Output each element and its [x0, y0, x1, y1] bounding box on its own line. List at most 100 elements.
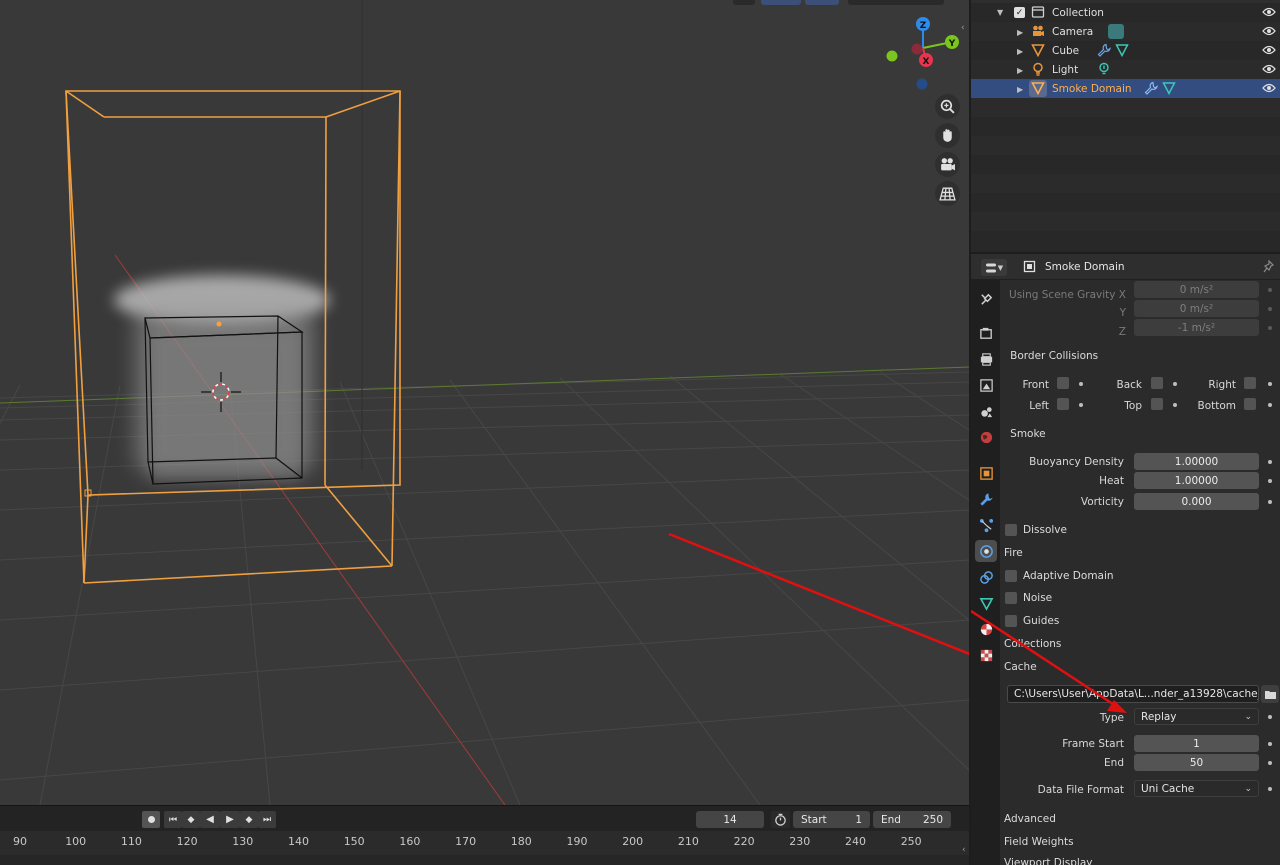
eye-icon[interactable]	[1262, 25, 1276, 37]
tab-constraints[interactable]	[975, 566, 997, 588]
tab-data[interactable]	[975, 592, 997, 614]
eye-icon[interactable]	[1262, 63, 1276, 75]
checkbox-checked-icon[interactable]: ✓	[1014, 7, 1025, 18]
top-checkbox[interactable]	[1151, 398, 1163, 410]
tab-particles[interactable]	[975, 514, 997, 536]
front-checkbox[interactable]	[1057, 377, 1069, 389]
tab-scene[interactable]	[975, 400, 997, 422]
panel-guides[interactable]: ▶ Guides	[1000, 610, 1280, 632]
outliner-row-camera[interactable]: ▶ Camera	[971, 22, 1280, 41]
next-keyframe-button[interactable]: ◆	[240, 811, 258, 828]
adaptive-domain-checkbox[interactable]	[1005, 570, 1017, 582]
keyframe-dot[interactable]	[1173, 403, 1177, 407]
back-checkbox[interactable]	[1151, 377, 1163, 389]
panel-smoke[interactable]: ▼ Smoke	[1000, 423, 1280, 445]
panel-viewport-display[interactable]: ▶ Viewport Display	[1000, 852, 1280, 865]
panel-border-collisions[interactable]: ▼ Border Collisions	[1000, 345, 1280, 367]
tab-output[interactable]	[975, 348, 997, 370]
start-frame-field[interactable]: Start 1	[793, 811, 870, 828]
play-button[interactable]: ▶	[220, 811, 240, 828]
wrench-icon[interactable]	[1144, 81, 1158, 95]
end-frame-field[interactable]: End 250	[873, 811, 951, 828]
panel-noise[interactable]: ▶ Noise	[1000, 587, 1280, 609]
tab-material[interactable]	[975, 618, 997, 640]
gravity-z-field[interactable]: -1 m/s²	[1134, 319, 1259, 336]
tab-render[interactable]	[975, 322, 997, 344]
keyframe-dot[interactable]	[1268, 479, 1272, 483]
tab-view-layer[interactable]	[975, 374, 997, 396]
navigation-gizmo[interactable]: Z Y X	[880, 12, 966, 96]
keyframe-dot[interactable]	[1268, 460, 1272, 464]
expand-arrow-icon[interactable]: ▼	[997, 8, 1003, 17]
tab-world[interactable]	[975, 426, 997, 448]
noise-checkbox[interactable]	[1005, 592, 1017, 604]
collapse-sidebar-arrow[interactable]: ‹	[962, 845, 966, 855]
tab-physics[interactable]	[975, 540, 997, 562]
camera-data-icon[interactable]	[1108, 24, 1124, 39]
keyframe-dot[interactable]	[1268, 742, 1272, 746]
keyframe-dot[interactable]	[1268, 288, 1272, 292]
bottom-checkbox[interactable]	[1244, 398, 1256, 410]
panel-advanced[interactable]: ▶ Advanced	[1000, 808, 1280, 830]
expand-arrow-icon[interactable]: ▶	[1017, 28, 1023, 37]
header-button-stub[interactable]	[805, 0, 839, 5]
panel-fire[interactable]: ▶ Fire	[1000, 542, 1280, 564]
right-checkbox[interactable]	[1244, 377, 1256, 389]
tab-object[interactable]	[975, 462, 997, 484]
timeline-track[interactable]	[0, 855, 969, 865]
outliner-row-collection[interactable]: ▼ ✓ Collection	[971, 3, 1280, 22]
outliner-row-light[interactable]: ▶ Light	[971, 60, 1280, 79]
perspective-toggle-button[interactable]	[935, 181, 960, 206]
header-button-stub[interactable]	[733, 0, 755, 5]
jump-end-button[interactable]: ⏭	[258, 811, 276, 828]
frame-start-field[interactable]: 1	[1134, 735, 1259, 752]
expand-arrow-icon[interactable]: ▶	[1017, 66, 1023, 75]
keyframe-dot[interactable]	[1079, 382, 1083, 386]
editor-type-button[interactable]: ▼	[981, 259, 1007, 276]
panel-field-weights[interactable]: ▶ Field Weights	[1000, 831, 1280, 853]
tab-modifiers[interactable]	[975, 488, 997, 510]
panel-collections[interactable]: ▶ Collections	[1000, 633, 1280, 655]
gravity-y-field[interactable]: 0 m/s²	[1134, 300, 1259, 317]
eye-icon[interactable]	[1262, 44, 1276, 56]
keyframe-dot[interactable]	[1268, 326, 1272, 330]
tab-tool[interactable]	[975, 288, 997, 310]
outliner-row-cube[interactable]: ▶ Cube	[971, 41, 1280, 60]
keyframe-dot[interactable]	[1173, 382, 1177, 386]
timeline-ruler[interactable]: 90 100 110 120 130 140 150 160 170 180 190 200 210 22…	[0, 831, 969, 855]
tab-texture[interactable]	[975, 644, 997, 666]
outliner-row-smoke-domain[interactable]: ▶ Smoke Domain	[971, 79, 1280, 98]
guides-checkbox[interactable]	[1005, 615, 1017, 627]
camera-view-button[interactable]	[935, 152, 960, 177]
play-reverse-button[interactable]: ◀	[200, 811, 220, 828]
keyframe-dot[interactable]	[1268, 715, 1272, 719]
header-button-stub[interactable]	[761, 0, 801, 5]
cache-type-dropdown[interactable]: Replay ⌄	[1134, 708, 1259, 725]
wrench-icon[interactable]	[1097, 43, 1111, 57]
eye-icon[interactable]	[1262, 6, 1276, 18]
keyframe-dot[interactable]	[1268, 382, 1272, 386]
mesh-data-icon[interactable]	[1115, 43, 1129, 57]
prev-keyframe-button[interactable]: ◆	[182, 811, 200, 828]
gravity-x-field[interactable]: 0 m/s²	[1134, 281, 1259, 298]
buoyancy-density-field[interactable]: 1.00000	[1134, 453, 1259, 470]
keyframe-dot[interactable]	[1268, 307, 1272, 311]
eye-icon[interactable]	[1262, 82, 1276, 94]
pin-icon[interactable]	[1263, 260, 1275, 273]
panel-adaptive-domain[interactable]: ▶ Adaptive Domain	[1000, 565, 1280, 587]
keyframe-dot[interactable]	[1268, 787, 1272, 791]
keyframe-dot[interactable]	[1268, 403, 1272, 407]
current-frame-field[interactable]: 14	[696, 811, 764, 828]
panel-dissolve[interactable]: ▶ Dissolve	[1000, 519, 1280, 541]
header-button-stub[interactable]	[848, 0, 944, 5]
3d-viewport[interactable]: ‹ Z Y X	[0, 0, 969, 805]
left-checkbox[interactable]	[1057, 398, 1069, 410]
data-file-format-dropdown[interactable]: Uni Cache ⌄	[1134, 780, 1259, 797]
preview-range-toggle[interactable]	[771, 811, 790, 828]
frame-end-field[interactable]: 50	[1134, 754, 1259, 771]
mesh-data-icon[interactable]	[1162, 81, 1176, 95]
light-data-icon[interactable]	[1097, 62, 1111, 76]
dissolve-checkbox[interactable]	[1005, 524, 1017, 536]
expand-arrow-icon[interactable]: ▶	[1017, 85, 1023, 94]
pan-button[interactable]	[935, 123, 960, 148]
